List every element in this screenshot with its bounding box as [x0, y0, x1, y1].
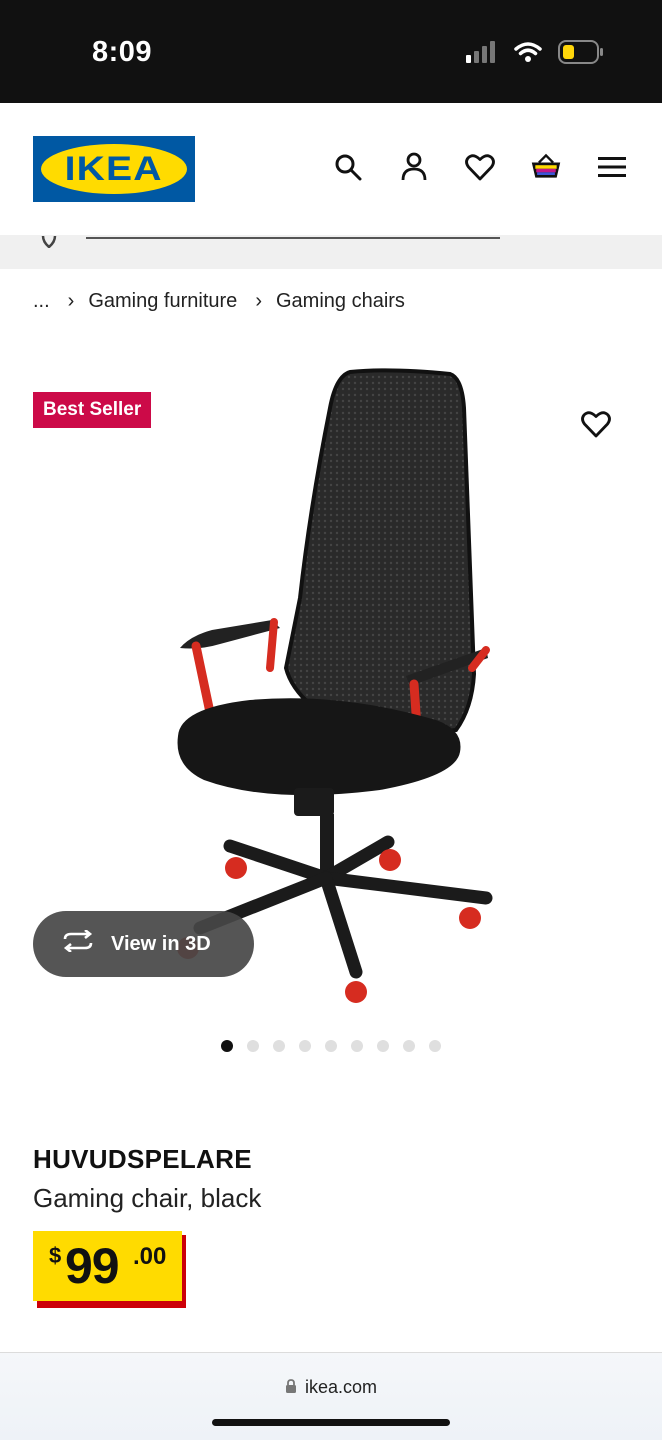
logo-text: IKEA: [64, 149, 164, 188]
promo-link-underline[interactable]: [86, 237, 500, 239]
wifi-icon: [514, 41, 542, 68]
best-seller-badge: Best Seller: [33, 392, 152, 428]
header-actions: [332, 151, 628, 183]
price-decimal: .00: [133, 1243, 167, 1270]
carousel-dots: [0, 1040, 662, 1052]
carousel-dot[interactable]: [247, 1040, 259, 1052]
price-tag-box: $ 99 .00: [33, 1231, 182, 1301]
carousel-dot[interactable]: [221, 1040, 233, 1052]
carousel-dot[interactable]: [429, 1040, 441, 1052]
site-header: IKEA: [0, 103, 662, 235]
cart-icon[interactable]: [530, 151, 562, 183]
product-name: HUVUDSPELARE: [33, 1144, 252, 1174]
url-text: ikea.com: [304, 1377, 378, 1397]
battery-icon: [558, 40, 604, 69]
carousel-dot[interactable]: [299, 1040, 311, 1052]
chevron-right-icon: ›: [67, 290, 75, 312]
browser-url-bar[interactable]: ikea.com: [0, 1352, 662, 1440]
search-icon[interactable]: [332, 151, 364, 183]
wishlist-icon[interactable]: [464, 151, 496, 183]
carousel-dot[interactable]: [351, 1040, 363, 1052]
menu-icon[interactable]: [596, 151, 628, 183]
breadcrumb-item-gaming-chairs[interactable]: Gaming chairs: [276, 290, 405, 313]
location-pin-icon: [40, 235, 58, 253]
view-in-3d-label: View in 3D: [111, 932, 211, 955]
account-icon[interactable]: [398, 151, 430, 183]
carousel-dot[interactable]: [377, 1040, 389, 1052]
view-in-3d-button[interactable]: View in 3D: [33, 911, 254, 977]
carousel-dot[interactable]: [325, 1040, 337, 1052]
url-display[interactable]: ikea.com: [0, 1377, 662, 1398]
status-bar: 8:09: [0, 0, 662, 103]
signal-icon: [466, 41, 498, 68]
lock-icon: [285, 1377, 297, 1398]
status-icons: [466, 40, 604, 69]
add-to-wishlist-button[interactable]: [578, 406, 614, 442]
status-time: 8:09: [92, 36, 153, 68]
carousel-dot[interactable]: [403, 1040, 415, 1052]
product-gallery[interactable]: Best Seller View in 3D: [0, 340, 662, 1040]
logo-oval: IKEA: [41, 144, 187, 194]
carousel-dot[interactable]: [273, 1040, 285, 1052]
breadcrumb-ellipsis[interactable]: ...: [33, 290, 50, 313]
ikea-logo[interactable]: IKEA: [33, 136, 195, 202]
promo-strip: [0, 235, 662, 269]
price-integer: 99: [65, 1238, 120, 1294]
product-description: Gaming chair, black: [33, 1183, 262, 1213]
price-tag: $ 99 .00: [33, 1231, 186, 1308]
chevron-right-icon: ›: [255, 290, 262, 312]
breadcrumb: ... › Gaming furniture › Gaming chairs: [33, 290, 405, 313]
price-currency: $: [49, 1243, 62, 1268]
breadcrumb-item-gaming-furniture[interactable]: Gaming furniture: [88, 290, 237, 313]
home-indicator[interactable]: [212, 1419, 450, 1426]
rotate-3d-icon: [61, 928, 95, 958]
registered-mark: [176, 150, 183, 157]
